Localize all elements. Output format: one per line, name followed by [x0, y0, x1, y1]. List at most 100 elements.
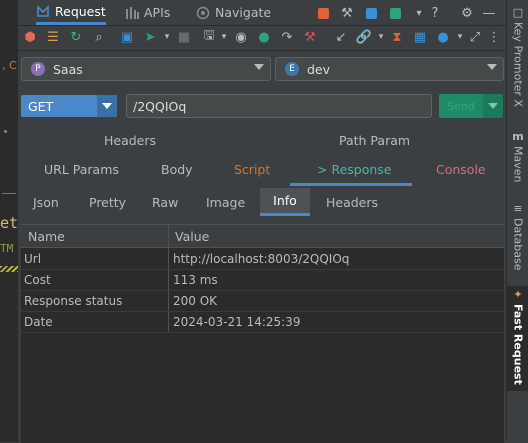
row-name: Date: [24, 314, 53, 329]
tab-request-label: Request: [55, 3, 106, 19]
sliders-icon[interactable]: ☰: [44, 28, 62, 46]
row-name: Response status: [24, 293, 123, 308]
book-icon[interactable]: [386, 4, 404, 22]
tab-path-param[interactable]: Path Param: [339, 133, 410, 148]
editor-gutter: , C et TM: [0, 0, 18, 442]
url-input[interactable]: /2QQIOq: [126, 94, 432, 118]
fullscreen-icon[interactable]: ⤢: [466, 28, 484, 46]
link-icon[interactable]: 🔗: [355, 28, 373, 46]
tab-raw[interactable]: Raw: [152, 188, 178, 216]
tab-navigate[interactable]: Navigate: [196, 0, 271, 25]
refresh-icon[interactable]: ↻: [67, 28, 85, 46]
editor-warning-underline: [0, 266, 18, 272]
send-arrow-icon[interactable]: ➤: [141, 28, 159, 46]
chevron-down-icon: [487, 64, 497, 70]
tab-console[interactable]: Console: [436, 162, 486, 177]
tab-response-headers[interactable]: Headers: [326, 188, 378, 216]
broom-icon[interactable]: ⚒: [301, 28, 319, 46]
row-value: 113 ms: [173, 272, 218, 287]
editor-marker: [4, 130, 7, 133]
project-select[interactable]: P Saas: [21, 57, 271, 81]
method-select[interactable]: GET: [21, 95, 117, 117]
tab-image[interactable]: Image: [206, 188, 245, 216]
tab-json[interactable]: Json: [33, 188, 59, 216]
tab-navigate-label: Navigate: [215, 5, 272, 20]
hexagon-icon[interactable]: ⬢: [21, 28, 39, 46]
row-name: Url: [24, 251, 42, 266]
env-select[interactable]: E dev: [275, 57, 504, 81]
tool-key-promoter[interactable]: □ Key Promoter X: [507, 6, 528, 107]
response-tabs: Json Pretty Raw Image Info Headers: [18, 188, 506, 216]
tab-script[interactable]: Script: [234, 162, 270, 177]
tab-body[interactable]: Body: [161, 162, 193, 177]
tool-maven[interactable]: m Maven: [507, 130, 528, 182]
column-header-value[interactable]: Value: [175, 225, 209, 247]
action-toolbar: ⬢ ☰ ↻ ⌕ ▣ ➤ ▾ ■ 🖫 ▾ ◉ ● ↷ ⚒ ↙ 🔗 ▾ ⧗ ▦ ● …: [18, 25, 506, 51]
tab-headers[interactable]: Headers: [104, 133, 156, 148]
tab-info[interactable]: Info: [260, 188, 310, 216]
hourglass-icon[interactable]: ⧗: [388, 28, 406, 46]
send-button[interactable]: Send: [439, 94, 503, 118]
more-icon[interactable]: ⋮: [485, 28, 503, 46]
table-row[interactable]: Cost 113 ms: [21, 269, 504, 291]
editor-error-text: , C: [2, 59, 17, 72]
right-tool-bar: □ Key Promoter X m Maven ≡ Database ✦ Fa…: [506, 0, 528, 442]
maven-icon: m: [512, 130, 524, 143]
fast-request-panel: Request APIs Navigate ⚒ ▾ ? ⚙ — ⬢ ☰ ↻ ⌕ …: [18, 0, 506, 443]
send-dropdown-icon[interactable]: ▾: [158, 28, 176, 46]
tab-pretty[interactable]: Pretty: [89, 188, 126, 216]
project-badge-icon: P: [31, 62, 45, 76]
table-row[interactable]: Date 2024-03-21 14:25:39: [21, 311, 504, 333]
chat-icon[interactable]: ●: [255, 28, 273, 46]
redo-icon[interactable]: ↷: [278, 28, 296, 46]
fast-request-icon: ✦: [513, 288, 523, 301]
row-name: Cost: [24, 272, 51, 287]
coffee-icon[interactable]: [314, 4, 332, 22]
tool-key-promoter-label: Key Promoter X: [511, 22, 525, 107]
editor-code-text: et: [0, 214, 18, 232]
chevron-down-icon: [97, 95, 117, 117]
tool-database[interactable]: ≡ Database: [507, 202, 528, 271]
key-icon: □: [512, 6, 524, 19]
toggle-icon[interactable]: ▣: [118, 28, 136, 46]
env-select-value: dev: [307, 61, 331, 77]
send-button-label: Send: [439, 94, 483, 118]
row-value: 200 OK: [173, 293, 218, 308]
database-icon: ≡: [513, 202, 523, 215]
gear-icon[interactable]: ⚙: [458, 4, 476, 22]
compass-icon: [196, 6, 210, 19]
tab-response[interactable]: > Response: [317, 162, 391, 177]
arrow-down-left-icon[interactable]: ↙: [332, 28, 350, 46]
bars-icon: [126, 6, 139, 19]
minimize-icon[interactable]: —: [480, 4, 498, 22]
row-value: 2024-03-21 14:25:39: [173, 314, 301, 329]
github-icon[interactable]: ●: [434, 28, 452, 46]
tool-maven-label: Maven: [511, 146, 525, 183]
table-row[interactable]: Url http://localhost:8003/2QQIOq: [21, 248, 504, 270]
tab-apis[interactable]: APIs: [126, 0, 170, 25]
tab-request[interactable]: Request: [36, 0, 106, 25]
table-row[interactable]: Response status 200 OK: [21, 290, 504, 312]
tool-fast-request-label: Fast Request: [511, 304, 525, 385]
info-table: Name Value Url http://localhost:8003/2QQ…: [21, 224, 504, 443]
row-value: http://localhost:8003/2QQIOq: [173, 251, 350, 266]
save-dropdown-icon[interactable]: ▾: [215, 28, 233, 46]
request-icon: [37, 5, 49, 17]
wrench-icon[interactable]: ⚒: [338, 4, 356, 22]
active-tab-indicator: [290, 183, 412, 186]
search-icon[interactable]: ⌕: [90, 28, 108, 46]
record-icon[interactable]: ◉: [232, 28, 250, 46]
stop-icon[interactable]: ■: [175, 28, 193, 46]
editor-code-text-2: TM: [0, 242, 14, 255]
tool-fast-request[interactable]: ✦ Fast Request: [507, 286, 528, 391]
tool-database-label: Database: [511, 218, 525, 271]
url-value: /2QQIOq: [133, 98, 187, 114]
chevron-down-icon: [254, 64, 264, 70]
table-icon[interactable]: ▦: [411, 28, 429, 46]
plugin-icon[interactable]: [362, 4, 380, 22]
help-icon[interactable]: ?: [426, 4, 444, 22]
column-header-name[interactable]: Name: [28, 225, 65, 247]
tab-url-params[interactable]: URL Params: [44, 162, 119, 177]
method-value: GET: [28, 98, 54, 114]
editor-divider: [2, 193, 16, 194]
